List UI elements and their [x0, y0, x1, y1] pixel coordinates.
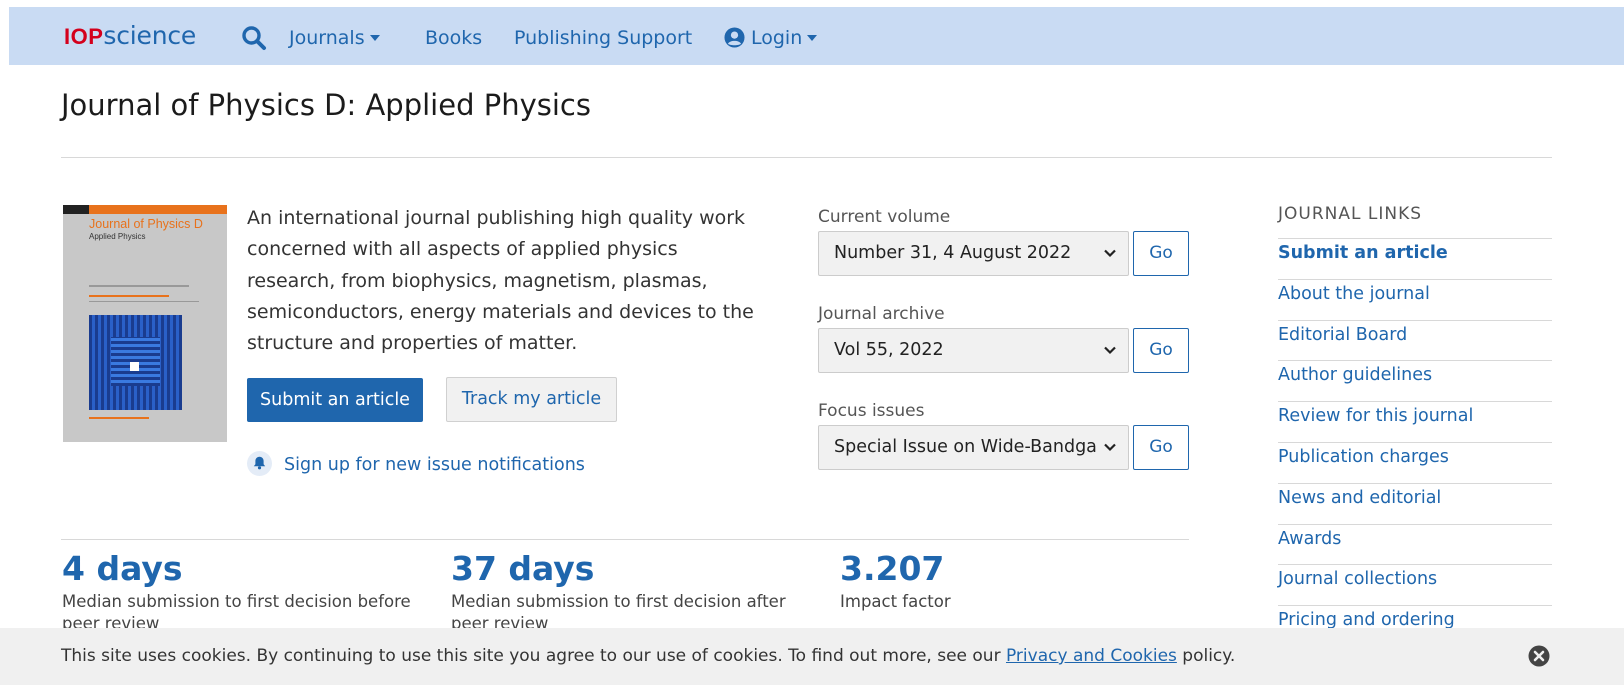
- journal-link[interactable]: Editorial Board: [1278, 325, 1407, 345]
- divider: [61, 157, 1552, 158]
- journal-links-divider: [1278, 442, 1552, 443]
- journal-link[interactable]: Publication charges: [1278, 447, 1449, 467]
- chevron-down-icon: [1104, 443, 1116, 452]
- divider: [61, 539, 1189, 540]
- nav-journals-label: Journals: [289, 27, 365, 49]
- journal-links-heading: JOURNAL LINKS: [1278, 204, 1423, 224]
- cookie-banner: This site uses cookies. By continuing to…: [0, 628, 1624, 685]
- journal-links-divider: [1278, 238, 1552, 239]
- logo-science: science: [103, 21, 197, 50]
- journal-links-divider: [1278, 482, 1552, 484]
- journal-archive-go-button[interactable]: Go: [1133, 328, 1189, 373]
- caret-down-icon: [807, 35, 818, 41]
- bell-icon: [247, 451, 272, 476]
- journal-links-divider: [1278, 401, 1552, 403]
- journal-link[interactable]: About the journal: [1278, 284, 1430, 304]
- nav-login-label: Login: [751, 27, 803, 49]
- current-volume-go-button[interactable]: Go: [1133, 231, 1189, 276]
- journal-archive-label: Journal archive: [818, 304, 945, 324]
- current-volume-select[interactable]: Number 31, 4 August 2022: [818, 231, 1129, 276]
- journal-links-divider: [1278, 564, 1552, 566]
- cover-subtitle: Applied Physics: [89, 232, 146, 241]
- cookie-text-before: This site uses cookies. By continuing to…: [61, 646, 1006, 666]
- iopscience-logo[interactable]: IOPscience: [64, 21, 196, 52]
- journal-links-divider: [1278, 278, 1552, 280]
- issue-notifications-link[interactable]: Sign up for new issue notifications: [247, 451, 585, 477]
- journal-link[interactable]: Journal collections: [1278, 569, 1437, 589]
- focus-issues-value: Special Issue on Wide-Bandgap Semiconduc…: [834, 437, 1096, 457]
- focus-issues-go-button[interactable]: Go: [1133, 425, 1189, 470]
- cover-journal-name: Journal of Physics D: [89, 217, 203, 231]
- cookie-message: This site uses cookies. By continuing to…: [61, 646, 1235, 666]
- cover-rule: [89, 285, 189, 287]
- journal-link[interactable]: Awards: [1278, 529, 1341, 549]
- submit-article-button[interactable]: Submit an article: [247, 378, 423, 422]
- search-icon[interactable]: [241, 25, 267, 51]
- cover-orange-band: [89, 205, 227, 214]
- journal-link[interactable]: Submit an article: [1278, 243, 1448, 263]
- journal-link[interactable]: Author guidelines: [1278, 365, 1432, 385]
- caret-down-icon: [369, 35, 380, 41]
- nav-login-dropdown[interactable]: Login: [724, 26, 818, 50]
- top-navbar: IOPscience Journals Books Publishing Sup…: [9, 7, 1624, 65]
- cookie-text-after: policy.: [1176, 646, 1236, 666]
- journal-archive-value: Vol 55, 2022: [834, 340, 944, 360]
- nav-journals-dropdown[interactable]: Journals: [289, 26, 380, 50]
- stat-value: 3.207: [840, 549, 945, 588]
- notify-label: Sign up for new issue notifications: [284, 455, 585, 475]
- track-article-button[interactable]: Track my article: [446, 377, 617, 422]
- journal-archive-select[interactable]: Vol 55, 2022: [818, 328, 1129, 373]
- user-circle-icon: [724, 27, 745, 48]
- journal-description: An international journal publishing high…: [247, 207, 754, 355]
- logo-iop: IOP: [64, 24, 104, 49]
- journal-cover-image: Journal of Physics D Applied Physics: [63, 205, 227, 442]
- cover-rule: [89, 417, 149, 419]
- journal-links-divider: [1278, 605, 1552, 607]
- close-icon[interactable]: [1527, 644, 1551, 668]
- stat-label: Impact factor: [840, 592, 951, 611]
- stat-value: 4 days: [62, 549, 183, 588]
- focus-issues-label: Focus issues: [818, 401, 925, 421]
- journal-links-divider: [1278, 319, 1552, 321]
- current-volume-label: Current volume: [818, 207, 951, 227]
- page-title: Journal of Physics D: Applied Physics: [61, 88, 591, 122]
- nav-publishing-support[interactable]: Publishing Support: [514, 26, 692, 50]
- cover-rule: [89, 295, 169, 297]
- stat-value: 37 days: [451, 549, 595, 588]
- chevron-down-icon: [1104, 249, 1116, 258]
- journal-link[interactable]: News and editorial: [1278, 488, 1441, 508]
- nav-books[interactable]: Books: [425, 26, 482, 50]
- privacy-cookies-link[interactable]: Privacy and Cookies: [1006, 646, 1177, 666]
- focus-issues-select[interactable]: Special Issue on Wide-Bandgap Semiconduc…: [818, 425, 1129, 470]
- cover-rule: [89, 301, 199, 302]
- journal-link[interactable]: Review for this journal: [1278, 406, 1473, 426]
- journal-links-divider: [1278, 360, 1552, 362]
- current-volume-value: Number 31, 4 August 2022: [834, 243, 1072, 263]
- cover-artwork: [89, 315, 182, 410]
- journal-links-divider: [1278, 523, 1552, 525]
- chevron-down-icon: [1104, 346, 1116, 355]
